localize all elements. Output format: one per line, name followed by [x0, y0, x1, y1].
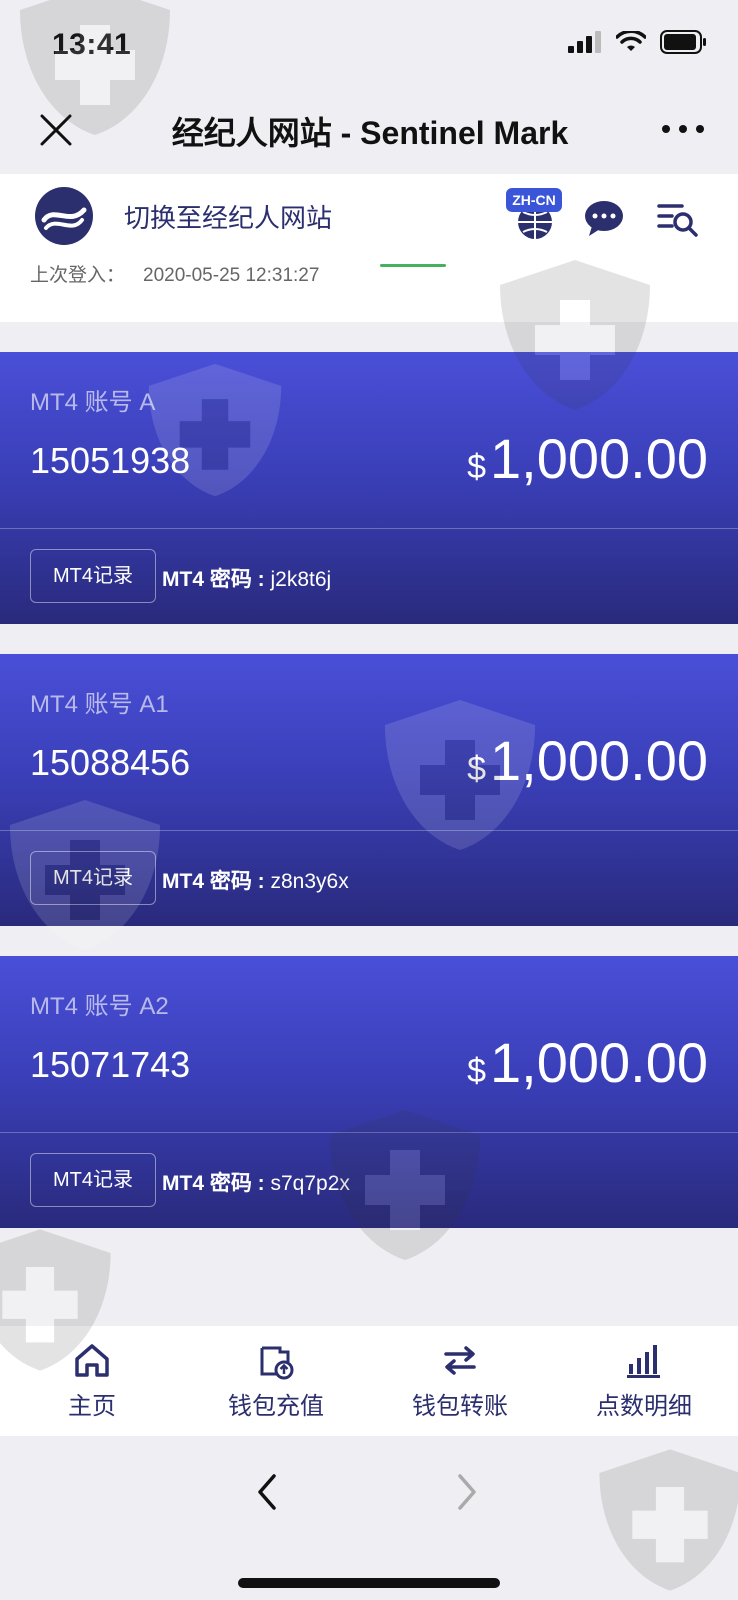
currency-symbol: $	[467, 448, 487, 486]
wallet-topup-icon	[260, 1346, 294, 1380]
battery-icon	[660, 30, 706, 54]
language-badge: ZH-CN	[506, 188, 562, 212]
mt4-record-button[interactable]: MT4记录	[30, 549, 156, 603]
password-label: MT4 密码 :	[162, 568, 271, 591]
mt4-record-button[interactable]: MT4记录	[30, 851, 156, 905]
tab-points-detail[interactable]: 点数明细	[552, 1340, 736, 1421]
account-card[interactable]: MT4 账号 A1 15088456 $ 1,000.00 MT4记录 MT4 …	[0, 654, 738, 926]
tab-wallet-topup[interactable]: 钱包充值	[184, 1340, 368, 1421]
tab-label: 点数明细	[596, 1393, 692, 1420]
account-card[interactable]: MT4 账号 A 15051938 $ 1,000.00 MT4记录 MT4 密…	[0, 352, 738, 624]
account-balance: $ 1,000.00	[467, 728, 708, 793]
balance-amount: 1,000.00	[490, 427, 708, 490]
account-id: 15051938	[30, 440, 191, 481]
site-header: 切换至经纪人网站 ZH-CN 上次登入： 2020-05-25 12:31:27	[0, 174, 738, 322]
transfer-arrows-icon	[444, 1346, 476, 1375]
tab-label: 主页	[68, 1393, 116, 1420]
password-value: z8n3y6x	[270, 870, 349, 893]
account-id: 15071743	[30, 1044, 191, 1085]
logo-icon	[35, 187, 93, 245]
account-name: MT4 账号 A2	[30, 993, 169, 1020]
mt4-record-button[interactable]: MT4记录	[30, 1153, 156, 1207]
status-bar: 13:41	[0, 0, 738, 90]
switch-to-broker-site-link[interactable]: 切换至经纪人网站	[124, 198, 332, 235]
account-name: MT4 账号 A	[30, 389, 156, 416]
chat-icon[interactable]	[582, 198, 626, 238]
password-label: MT4 密码 :	[162, 870, 271, 893]
account-id: 15088456	[30, 742, 191, 783]
balance-amount: 1,000.00	[490, 1031, 708, 1094]
bottom-tab-bar: 主页 钱包充值 钱包转账 点数明细	[0, 1326, 738, 1436]
password-value: j2k8t6j	[270, 568, 332, 591]
mt4-password: MT4 密码 : z8n3y6x	[162, 865, 349, 895]
wifi-icon	[616, 31, 646, 51]
balance-amount: 1,000.00	[490, 729, 708, 792]
back-arrow-icon[interactable]	[252, 1470, 282, 1514]
currency-symbol: $	[467, 750, 487, 788]
last-login-label: 上次登入：	[30, 265, 126, 286]
tab-label: 钱包充值	[228, 1393, 324, 1420]
account-balance: $ 1,000.00	[467, 426, 708, 491]
password-value: s7q7p2x	[270, 1172, 350, 1195]
mt4-password: MT4 密码 : j2k8t6j	[162, 563, 331, 593]
language-selector[interactable]: ZH-CN	[506, 188, 564, 244]
signal-icon	[568, 31, 601, 53]
bar-chart-icon	[627, 1345, 660, 1378]
tab-home[interactable]: 主页	[0, 1340, 184, 1421]
more-icon[interactable]	[658, 114, 708, 144]
home-icon	[75, 1344, 109, 1377]
account-name: MT4 账号 A1	[30, 691, 169, 718]
mt4-password: MT4 密码 : s7q7p2x	[162, 1167, 350, 1197]
home-indicator	[238, 1578, 500, 1588]
active-indicator	[380, 264, 446, 267]
forward-arrow-icon[interactable]	[452, 1470, 482, 1514]
last-login-value: 2020-05-25 12:31:27	[143, 265, 320, 286]
close-icon[interactable]	[36, 110, 76, 150]
currency-symbol: $	[467, 1052, 487, 1090]
last-login: 上次登入： 2020-05-25 12:31:27	[30, 260, 337, 287]
password-label: MT4 密码 :	[162, 1172, 271, 1195]
tab-wallet-transfer[interactable]: 钱包转账	[368, 1340, 552, 1421]
account-card[interactable]: MT4 账号 A2 15071743 $ 1,000.00 MT4记录 MT4 …	[0, 956, 738, 1228]
status-time: 13:41	[52, 28, 132, 61]
page-title: 经纪人网站 - Sentinel Mark	[171, 115, 569, 151]
search-list-icon[interactable]	[656, 198, 700, 238]
browser-toolbar	[0, 1436, 738, 1600]
browser-nav-bar: 经纪人网站 - Sentinel Mark	[0, 90, 738, 174]
account-balance: $ 1,000.00	[467, 1030, 708, 1095]
tab-label: 钱包转账	[412, 1393, 508, 1420]
